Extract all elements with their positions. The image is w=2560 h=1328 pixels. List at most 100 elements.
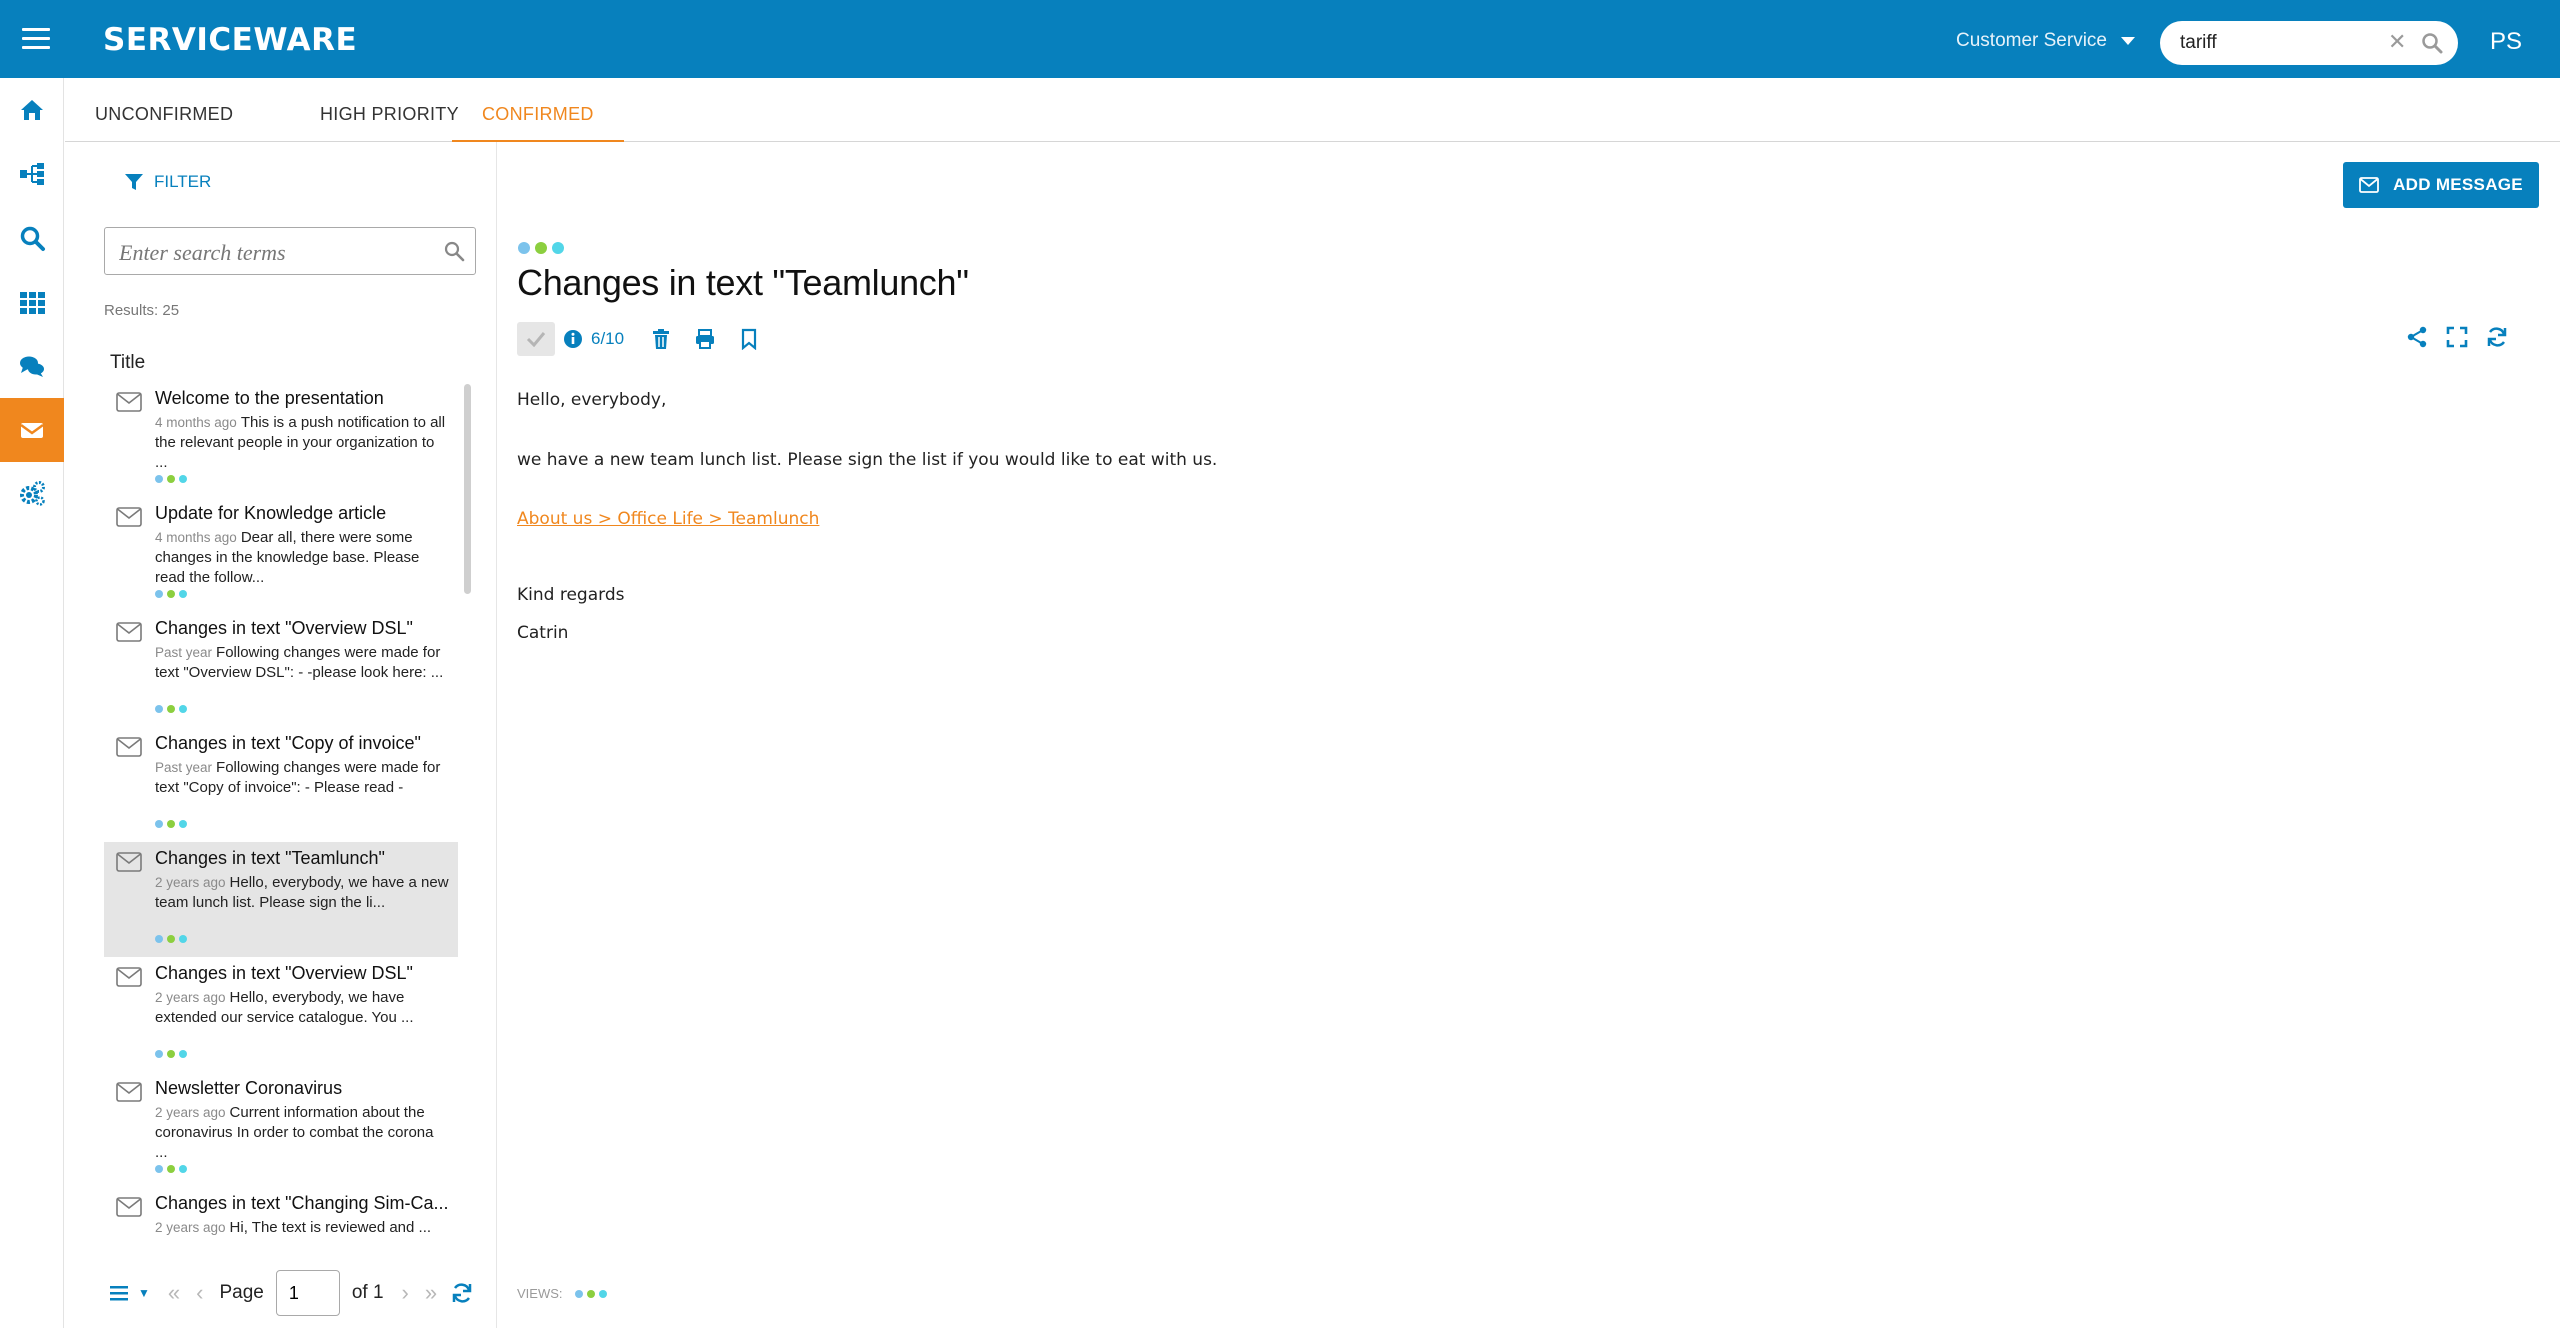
search-icon[interactable] [443,240,465,262]
message-title: Changes in text "Teamlunch" [517,262,969,303]
item-title: Changes in text "Overview DSL" [155,618,413,638]
view-dots [155,1165,187,1173]
search-icon[interactable] [2420,31,2444,55]
item-date: 4 months ago [155,415,237,430]
view-dots [155,1050,187,1058]
pagination: ▼ « ‹ Page of 1 › » [104,1270,473,1316]
caret-down-icon[interactable] [2121,37,2135,45]
list-search-input[interactable] [119,240,419,266]
check-icon [526,332,546,347]
envelope-icon [2359,177,2379,193]
list-item[interactable]: Changes in text "Copy of invoice" Past y… [104,727,458,842]
envelope-icon [116,392,142,412]
refresh-icon[interactable] [451,1282,473,1304]
envelope-icon [116,1197,142,1217]
trash-icon[interactable] [650,328,672,350]
rail-grid[interactable] [0,270,64,334]
envelope-icon [116,622,142,642]
panel-divider [496,142,497,1328]
print-icon[interactable] [694,328,716,350]
search-icon [20,226,45,251]
last-page-icon[interactable]: » [425,1280,437,1306]
results-count: Results: 25 [104,302,180,319]
column-header-title[interactable]: Title [110,352,145,374]
info-icon [564,330,582,348]
message-list: Welcome to the presentation 4 months ago… [104,382,458,1242]
hamburger-menu-icon[interactable] [22,28,50,50]
item-snippet: 2 years ago Hello, everybody, we have a n… [155,873,449,913]
left-rail [0,78,64,1328]
rail-home[interactable] [0,78,64,142]
fullscreen-icon[interactable] [2446,326,2468,348]
context-select[interactable]: Customer Service [1956,30,2107,52]
caret-down-icon[interactable]: ▼ [138,1286,150,1300]
filter-label: FILTER [154,172,212,191]
view-dots [155,820,187,828]
rail-settings[interactable] [0,462,64,526]
list-item[interactable]: Changes in text "Overview DSL" 2 years a… [104,957,458,1072]
item-snippet: 2 years ago Current information about the… [155,1103,449,1163]
list-item[interactable]: Changes in text "Overview DSL" Past year… [104,612,458,727]
global-search-input[interactable] [2180,31,2380,55]
item-date: 2 years ago [155,875,226,890]
list-item[interactable]: Welcome to the presentation 4 months ago… [104,382,458,497]
view-dots [155,705,187,713]
item-title: Update for Knowledge article [155,503,387,523]
item-date: Past year [155,645,213,660]
body-link[interactable]: About us > Office Life > Teamlunch [517,509,819,529]
envelope-icon [116,967,142,987]
tab-unconfirmed[interactable]: UNCONFIRMED [65,78,263,142]
add-message-button[interactable]: ADD MESSAGE [2343,162,2539,208]
rail-search[interactable] [0,206,64,270]
item-snippet: 2 years ago Hello, everybody, we have ext… [155,988,449,1028]
body-signature: Catrin [517,623,569,643]
next-page-icon[interactable]: › [402,1280,409,1306]
list-menu-icon[interactable] [110,1284,130,1302]
view-dots [518,242,564,254]
prev-page-icon[interactable]: ‹ [196,1280,203,1306]
item-date: 2 years ago [155,990,226,1005]
views-indicator: VIEWS: [517,1286,607,1301]
detail-actions [2406,326,2508,348]
list-scrollbar[interactable] [464,384,471,594]
body-regards: Kind regards [517,585,625,605]
list-item[interactable]: Newsletter Coronavirus 2 years ago Curren… [104,1072,458,1187]
views-label: VIEWS: [517,1286,563,1301]
rail-messages[interactable] [0,398,64,462]
tab-confirmed[interactable]: CONFIRMED [452,78,624,142]
envelope-icon [116,852,142,872]
item-date: 4 months ago [155,530,237,545]
page-total: of 1 [351,1282,384,1303]
item-title: Changes in text "Changing Sim-Ca... [155,1193,449,1213]
view-dots [155,590,187,598]
rail-chat[interactable] [0,334,64,398]
item-snippet: Past year Following changes were made for… [155,758,449,798]
bookmark-icon[interactable] [738,328,760,350]
share-icon[interactable] [2406,326,2428,348]
list-item[interactable]: Changes in text "Changing Sim-Ca... 2 ye… [104,1187,458,1242]
tab-bar: UNCONFIRMED HIGH PRIORITY CONFIRMED [65,78,2560,142]
page-number-input[interactable] [275,1270,340,1316]
envelope-icon [116,507,142,527]
confirmation-ratio[interactable]: 6/10 [563,329,624,349]
item-title: Newsletter Coronavirus [155,1078,343,1098]
user-avatar[interactable]: PS [2490,28,2522,56]
list-item-selected[interactable]: Changes in text "Teamlunch" 2 years ago H… [104,842,458,957]
filter-button[interactable]: FILTER [124,172,211,192]
add-message-label: ADD MESSAGE [2393,175,2523,194]
settings-icon [20,481,45,506]
item-snippet: Past year Following changes were made for… [155,643,449,683]
clear-icon[interactable]: ✕ [2388,29,2406,55]
app-logo[interactable]: SERVICEWARE [103,22,357,58]
confirm-button[interactable] [517,322,555,356]
top-bar: SERVICEWARE Customer Service ✕ PS [0,0,2560,78]
item-title: Changes in text "Overview DSL" [155,963,413,983]
envelope-icon [116,1082,142,1102]
list-search [104,227,476,275]
rail-structure[interactable] [0,142,64,206]
item-date: Past year [155,760,213,775]
first-page-icon[interactable]: « [168,1280,180,1306]
refresh-icon[interactable] [2486,326,2508,348]
view-dots [155,935,187,943]
list-item[interactable]: Update for Knowledge article 4 months ag… [104,497,458,612]
